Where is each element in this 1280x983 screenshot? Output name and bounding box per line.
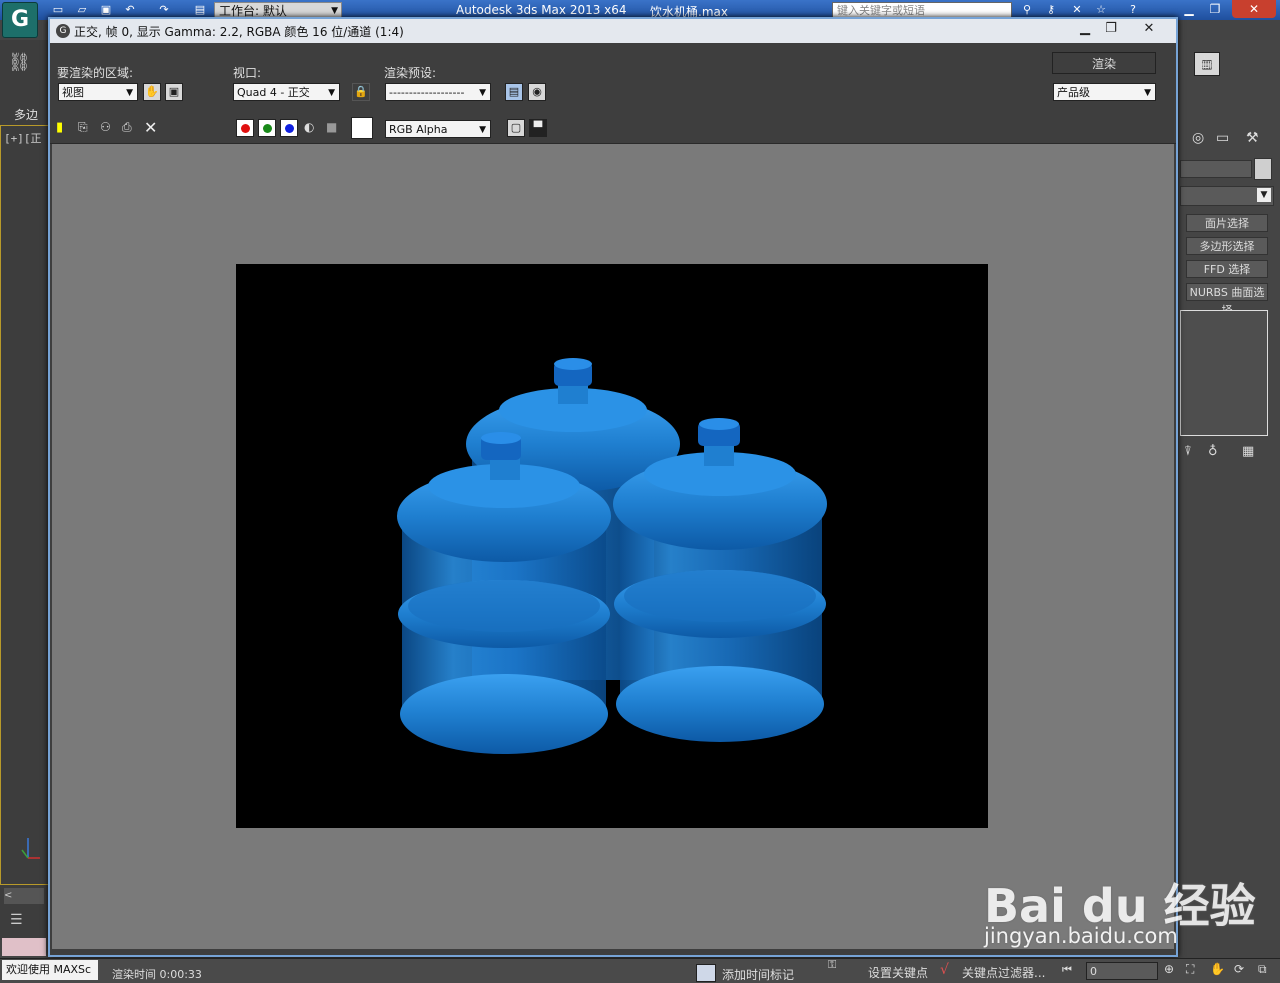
timeline-toggle-icon[interactable]: ☰: [10, 912, 34, 930]
app-logo-icon[interactable]: G: [2, 2, 38, 38]
render-time-text: 渲染时间 0:00:33: [112, 968, 202, 981]
minimize-main-icon[interactable]: ▁: [1176, 0, 1202, 18]
maxscript-listener[interactable]: [2, 938, 46, 956]
toggle-ui-overlay-icon[interactable]: ▢: [507, 119, 525, 137]
poly-select-button[interactable]: 多边形选择: [1186, 237, 1268, 255]
viewport-dropdown[interactable]: Quad 4 - 正交 ▼: [233, 83, 340, 101]
render-button[interactable]: 渲染: [1052, 52, 1156, 74]
configure-modifier-sets-icon[interactable]: ▦: [1242, 444, 1260, 462]
active-viewport-border: [0, 125, 48, 885]
zoom-icon[interactable]: ⊕: [1164, 962, 1182, 978]
clone-frame-icon[interactable]: ⚇: [100, 120, 116, 136]
save-file-icon[interactable]: ▣: [98, 3, 114, 17]
zoom-extents-icon[interactable]: ⛶: [1186, 962, 1204, 978]
show-end-result-icon[interactable]: ♁: [1208, 444, 1226, 462]
add-time-tag-button[interactable]: 添加时间标记: [722, 966, 794, 983]
copy-image-icon[interactable]: ⎘: [78, 120, 94, 136]
clear-image-icon[interactable]: ✕: [144, 118, 160, 137]
render-preset-dropdown[interactable]: ------------------- ▼: [385, 83, 491, 101]
render-close-icon[interactable]: ✕: [1138, 20, 1160, 38]
pan-icon[interactable]: ✋: [1210, 962, 1228, 978]
viewport-label[interactable]: [+][正: [4, 130, 42, 146]
nurbs-surface-select-button[interactable]: NURBS 曲面选择: [1186, 283, 1268, 317]
undo-icon[interactable]: ↶: [122, 3, 138, 17]
green-channel-dot: [262, 123, 272, 133]
welcome-message: 欢迎使用 MAXSc: [2, 960, 98, 980]
axis-gizmo-icon: [18, 828, 42, 862]
key-filters-button[interactable]: 关键点过滤器...: [962, 964, 1045, 981]
save-image-icon[interactable]: ▮: [56, 120, 72, 136]
print-image-icon[interactable]: ⎙: [122, 120, 138, 136]
restore-main-icon[interactable]: ❐: [1202, 0, 1228, 18]
patch-select-button[interactable]: 面片选择: [1186, 214, 1268, 232]
help-icon[interactable]: ?: [1124, 3, 1142, 17]
scroll-left-arrow[interactable]: <: [4, 888, 44, 904]
watermark-url: jingyan.baidu.com: [984, 924, 1178, 948]
orbit-icon[interactable]: ⟳: [1234, 962, 1252, 978]
red-channel-toggle[interactable]: [236, 119, 254, 137]
render-preset-label: 渲染预设:: [384, 66, 437, 80]
binoculars-icon[interactable]: ⚲: [1018, 3, 1036, 17]
pin-stack-icon[interactable]: ⍒: [1184, 444, 1202, 462]
teapot-icon[interactable]: ☕: [1198, 52, 1228, 78]
render-maximize-icon[interactable]: ❐: [1100, 20, 1122, 38]
color-swatch[interactable]: [351, 117, 373, 139]
current-frame-field[interactable]: 0: [1086, 962, 1158, 980]
area-to-render-dropdown[interactable]: 视图 ▼: [58, 83, 138, 101]
blue-channel-toggle[interactable]: [280, 119, 298, 137]
auto-region-icon[interactable]: ▣: [165, 83, 183, 101]
red-channel-dot: [240, 123, 250, 133]
render-toolbar: [50, 113, 1176, 144]
lock-viewport-icon[interactable]: 🔒: [352, 83, 370, 101]
motion-tab-icon[interactable]: ◎: [1192, 130, 1210, 148]
viewport-label: 视口:: [233, 66, 262, 80]
key-icon[interactable]: ⚿: [828, 958, 858, 971]
alpha-channel-icon[interactable]: ◐: [304, 120, 320, 136]
link-icon[interactable]: ⛓: [8, 52, 38, 78]
close-main-icon[interactable]: ✕: [1232, 0, 1276, 18]
left-panel-label: 多边: [14, 108, 39, 122]
modifier-list-dropdown[interactable]: ▼: [1180, 186, 1274, 206]
monochrome-icon[interactable]: ■: [326, 120, 342, 136]
favorite-star-icon[interactable]: ☆: [1092, 3, 1110, 17]
green-channel-toggle[interactable]: [258, 119, 276, 137]
project-folder-icon[interactable]: ▤: [192, 3, 208, 17]
render-minimize-icon[interactable]: ▁: [1074, 20, 1096, 38]
go-to-start-icon[interactable]: ⏮: [1062, 963, 1080, 979]
ffd-select-button[interactable]: FFD 选择: [1186, 260, 1268, 278]
new-file-icon[interactable]: ▭: [50, 3, 66, 17]
modifier-stack-list[interactable]: [1180, 310, 1268, 436]
utilities-tab-icon[interactable]: ⚒: [1246, 130, 1270, 148]
open-file-icon[interactable]: ▱: [74, 3, 90, 17]
display-channel-dropdown[interactable]: RGB Alpha ▼: [385, 120, 491, 138]
maximize-viewport-icon[interactable]: ⧉: [1258, 962, 1276, 978]
workspace-dropdown[interactable]: 工作台: 默认 ▼: [214, 2, 342, 18]
search-key-icon[interactable]: ⚷: [1042, 3, 1060, 17]
app-name: Autodesk 3ds Max 2013 x64: [456, 3, 627, 17]
edit-region-icon[interactable]: ✋: [143, 83, 161, 101]
object-name-field[interactable]: [1180, 160, 1252, 178]
redo-icon[interactable]: ↷: [156, 3, 172, 17]
render-settings-bar: [50, 43, 1176, 113]
water-bottles-render: [397, 358, 827, 754]
time-tag-icon[interactable]: [696, 964, 716, 982]
render-window-logo-icon: G: [56, 24, 70, 38]
display-tab-icon[interactable]: ▭: [1216, 130, 1240, 148]
environment-effects-icon[interactable]: ◉: [528, 83, 546, 101]
tools-icon[interactable]: ✕: [1068, 3, 1086, 17]
search-input[interactable]: 键入关键字或短语: [832, 2, 1012, 18]
set-key-button[interactable]: 设置关键点: [868, 964, 928, 981]
blue-channel-dot: [284, 123, 294, 133]
render-setup-icon[interactable]: ▤: [505, 83, 523, 101]
area-to-render-label: 要渲染的区域:: [57, 66, 134, 80]
rendered-image: [236, 264, 988, 828]
render-window-title: 正交, 帧 0, 显示 Gamma: 2.2, RGBA 颜色 16 位/通道 …: [74, 25, 404, 39]
curve-icon: √: [940, 962, 949, 978]
toggle-ui-icon[interactable]: ▀: [529, 119, 547, 137]
object-color-swatch[interactable]: [1254, 158, 1272, 180]
render-quality-dropdown[interactable]: 产品级 ▼: [1053, 83, 1156, 101]
